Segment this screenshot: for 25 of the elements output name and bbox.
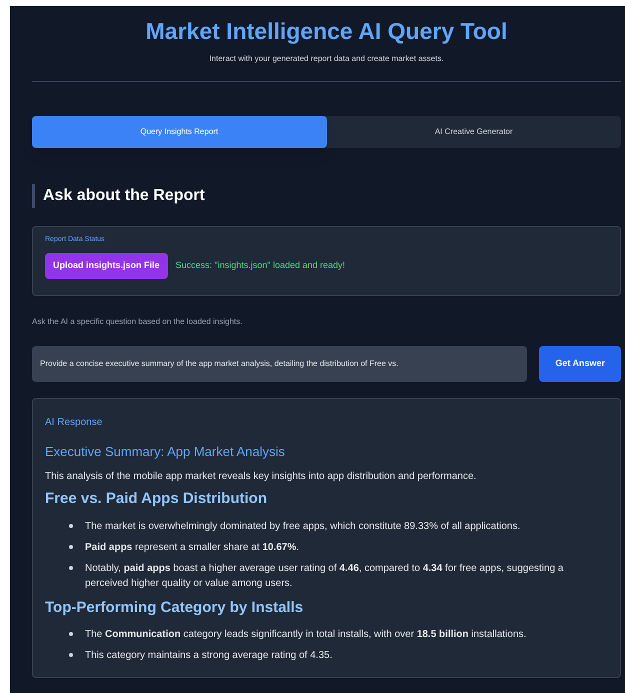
page-title: Market Intelligence AI Query Tool	[146, 17, 508, 46]
summary-paragraph: This analysis of the mobile app market reveals key insights into app distribution and performance.	[45, 470, 478, 484]
list-item: The market is overwhelmingly dominated by free apps, which constitute 89.33% of all applications.	[85, 520, 520, 534]
query-field[interactable]: Provide a concise executive summary of the app market analysis, detailing the distribution of Free vs.	[32, 346, 528, 382]
tab[interactable]: AI Creative Generator	[326, 116, 621, 148]
get-answer-button[interactable]: Get Answer	[539, 346, 621, 382]
section-title: Ask about the Report	[32, 184, 621, 208]
status-message: Success: "insights.json" loaded and ready!	[176, 259, 346, 272]
section-heading: Free vs. Paid Apps Distribution	[45, 489, 268, 509]
bullet-icon	[69, 632, 73, 636]
list-item: The Communication category leads significantly in total installs, with over 18.5 billion installations.	[85, 628, 526, 642]
section-heading: Top-Performing Category by Installs	[45, 598, 304, 618]
prompt-text: Ask the AI a specific question based on the loaded insights.	[32, 316, 244, 328]
list-item: This category maintains a strong average rating of 4.35.	[85, 649, 332, 663]
summary-title: Executive Summary: App Market Analysis	[45, 442, 286, 461]
list-item: Paid apps represent a smaller share at 10.67%.	[85, 540, 300, 554]
bullet-icon	[69, 653, 73, 657]
bullet-icon	[69, 544, 73, 548]
upload-button[interactable]: Upload insights.json File	[45, 253, 168, 278]
page-subtitle: Interact with your generated report data and create market assets.	[209, 52, 444, 64]
response-label: AI Response	[45, 416, 104, 430]
bullet-icon	[69, 524, 73, 528]
tab[interactable]: Query Insights Report	[32, 116, 326, 148]
bullet-icon	[69, 566, 73, 570]
list-item: Notably, paid apps boast a higher average user rating of 4.46, compared to 4.34 for free apps, suggesting a perceived higher quality or value among users.	[85, 562, 564, 590]
